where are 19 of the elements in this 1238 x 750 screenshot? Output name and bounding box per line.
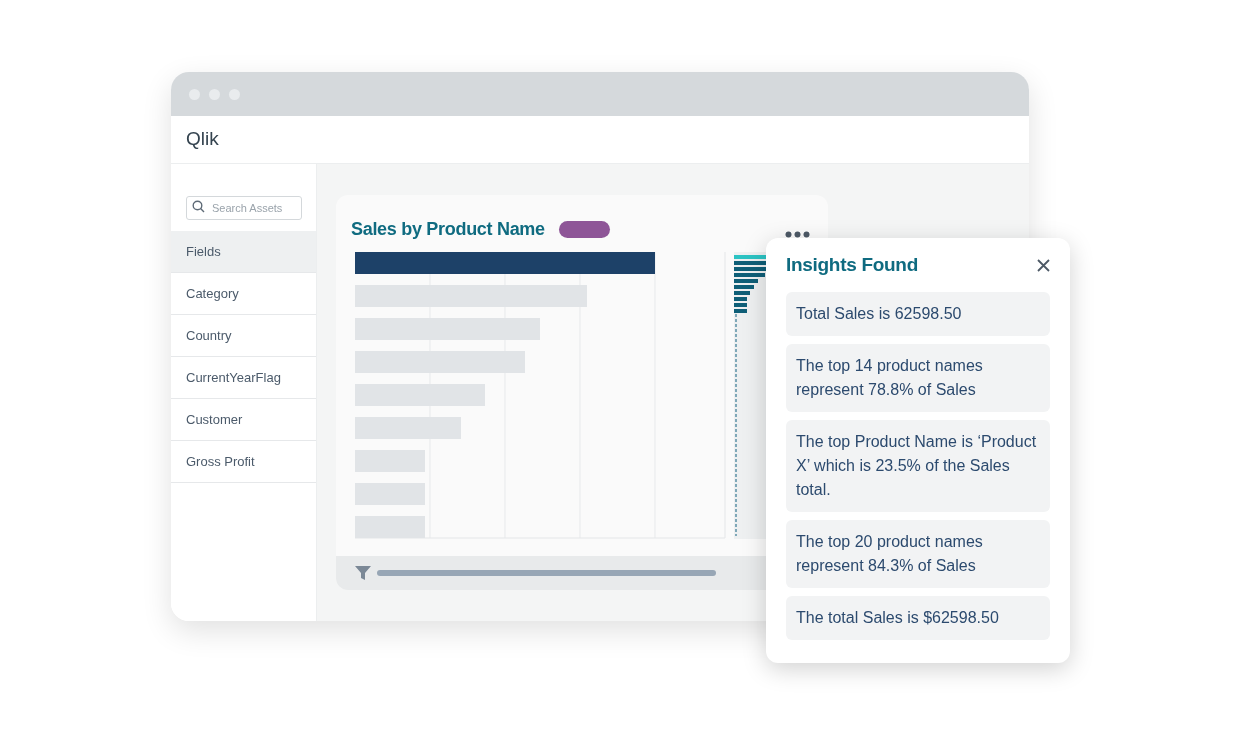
overview-chart-drawing[interactable] [734,252,768,539]
bar [355,450,425,472]
insight-card: The top 14 product names represent 78.8% of Sales [786,344,1050,412]
search-field[interactable]: Search Assets [186,196,302,220]
insight-card: Total Sales is 62598.50 [786,292,1050,336]
close-icon[interactable] [1037,259,1050,272]
scrollbar-thumb[interactable] [377,570,716,576]
filter-icon[interactable] [355,565,371,581]
more-icon[interactable] [785,230,810,238]
bar [355,483,425,505]
sidebar-item[interactable]: Fields [171,231,316,273]
insight-card: The top 20 product names represent 84.3% of Sales [786,520,1050,588]
chart-title: Sales by Product Name [351,217,545,241]
logo-text: Qlik [186,127,219,152]
insight-card: The total Sales is $62598.50 [786,596,1050,640]
tag-pill [558,220,610,238]
insight-card: The top Product Name is ‘Product X’ which is 23.5% of the Sales total. [786,420,1050,512]
panel-title: Insights Found [786,253,918,278]
search-icon [192,200,205,213]
